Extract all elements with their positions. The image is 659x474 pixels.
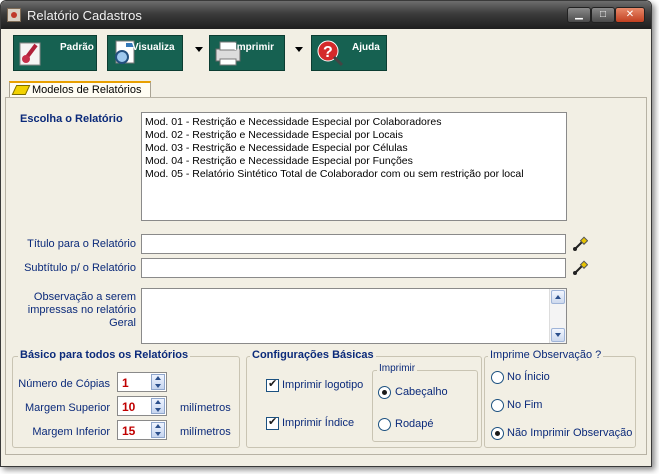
bottom-margin-unit: milímetros <box>180 426 231 438</box>
spin-buttons-icon[interactable] <box>151 422 165 438</box>
report-wand-icon <box>19 42 41 66</box>
tab-modelos-relatorios[interactable]: Modelos de Relatórios <box>9 81 151 98</box>
footer-radio[interactable] <box>378 418 391 431</box>
bottom-margin-spinner[interactable]: 15 <box>117 420 167 440</box>
top-margin-unit: milímetros <box>180 402 231 414</box>
maximize-button[interactable]: □ <box>591 7 615 23</box>
bottom-margin-label: Margem Inferior <box>32 426 110 438</box>
obs-none-radio[interactable] <box>491 427 504 440</box>
header-radio-label: Cabeçalho <box>395 386 448 398</box>
close-button[interactable]: ✕ <box>615 7 645 23</box>
obs-label-line1: Observação a serem <box>33 291 136 303</box>
tab-strip: Modelos de Relatórios <box>5 81 650 98</box>
toolbar: Padrão Visualiza Imprimir ? Ajuda <box>7 31 645 75</box>
observation-textarea[interactable] <box>141 288 567 344</box>
copies-spinner[interactable]: 1 <box>117 372 167 392</box>
copies-label: Número de Cópias <box>18 378 110 390</box>
header-radio[interactable] <box>378 386 391 399</box>
app-icon <box>7 8 21 22</box>
obs-none-label: Não Imprimir Observação <box>507 427 633 439</box>
top-margin-spinner[interactable]: 10 <box>117 396 167 416</box>
title-input[interactable] <box>141 234 566 254</box>
index-checkbox-label: Imprimir Índice <box>282 417 355 429</box>
obs-start-label: No Ínicio <box>507 371 550 383</box>
print-subgroup <box>372 370 478 442</box>
tab-label: Modelos de Relatórios <box>32 84 142 96</box>
visualiza-button[interactable]: Visualiza <box>107 35 183 71</box>
subtitle-input[interactable] <box>141 258 566 278</box>
obs-end-label: No Fim <box>507 399 543 411</box>
print-subgroup-title: Imprimir <box>377 363 418 374</box>
spin-buttons-icon[interactable] <box>151 398 165 414</box>
list-item[interactable]: Mod. 03 - Restrição e Necessidade Especi… <box>145 142 563 155</box>
help-icon: ? <box>317 40 344 67</box>
window-title: Relatório Cadastros <box>27 8 142 23</box>
report-window: Relatório Cadastros ▁ □ ✕ Padrão Visuali… <box>0 0 652 467</box>
scroll-down-icon[interactable] <box>551 328 565 342</box>
memo-scrollbar[interactable] <box>549 289 566 343</box>
footer-radio-label: Rodapé <box>395 418 434 430</box>
report-options-panel: Escolha o Relatório Mod. 01 - Restrição … <box>5 97 647 455</box>
imprimir-dropdown-arrow[interactable] <box>295 47 303 52</box>
logo-checkbox[interactable] <box>266 377 279 392</box>
minimize-button[interactable]: ▁ <box>567 7 591 23</box>
list-item[interactable]: Mod. 02 - Restrição e Necessidade Especi… <box>145 129 563 142</box>
obs-group-title: Imprime Observação ? <box>488 349 604 361</box>
obs-label-line2: impressas no relatório <box>27 304 136 316</box>
obs-end-radio[interactable] <box>491 399 504 412</box>
config-group-title: Configurações Básicas <box>250 349 376 361</box>
svg-text:?: ? <box>323 44 333 61</box>
title-label: Título para o Relatório <box>27 238 136 250</box>
ajuda-button[interactable]: ? Ajuda <box>311 35 387 71</box>
obs-label-line3: Geral <box>109 317 136 329</box>
tag-icon <box>11 85 31 95</box>
imprimir-label: Imprimir <box>234 42 275 53</box>
bottom-margin-value: 15 <box>122 424 136 438</box>
padrao-button[interactable]: Padrão <box>13 35 97 71</box>
top-margin-value: 10 <box>122 400 136 414</box>
title-bar: Relatório Cadastros ▁ □ ✕ <box>1 1 651 29</box>
visualiza-dropdown-arrow[interactable] <box>195 47 203 52</box>
obs-start-radio[interactable] <box>491 371 504 384</box>
list-item[interactable]: Mod. 05 - Relatório Sintético Total de C… <box>145 168 563 181</box>
copies-value: 1 <box>122 376 129 390</box>
list-item[interactable]: Mod. 04 - Restrição e Necessidade Especi… <box>145 155 563 168</box>
logo-checkbox-label: Imprimir logotipo <box>282 379 364 391</box>
basic-group-title: Básico para todos os Relatórios <box>18 349 191 361</box>
brush-icon[interactable] <box>572 260 588 276</box>
imprimir-button[interactable]: Imprimir <box>209 35 285 71</box>
top-margin-label: Margem Superior <box>25 402 110 414</box>
subtitle-label: Subtítulo p/ o Relatório <box>24 262 136 274</box>
index-checkbox[interactable] <box>266 415 279 430</box>
ajuda-label: Ajuda <box>352 42 380 53</box>
report-list[interactable]: Mod. 01 - Restrição e Necessidade Especi… <box>141 112 567 221</box>
padrao-label: Padrão <box>60 42 94 53</box>
list-item[interactable]: Mod. 01 - Restrição e Necessidade Especi… <box>145 116 563 129</box>
spin-buttons-icon[interactable] <box>151 374 165 390</box>
brush-icon[interactable] <box>572 236 588 252</box>
visualiza-label: Visualiza <box>132 42 175 53</box>
choose-report-label: Escolha o Relatório <box>20 113 123 125</box>
scroll-up-icon[interactable] <box>551 290 565 304</box>
